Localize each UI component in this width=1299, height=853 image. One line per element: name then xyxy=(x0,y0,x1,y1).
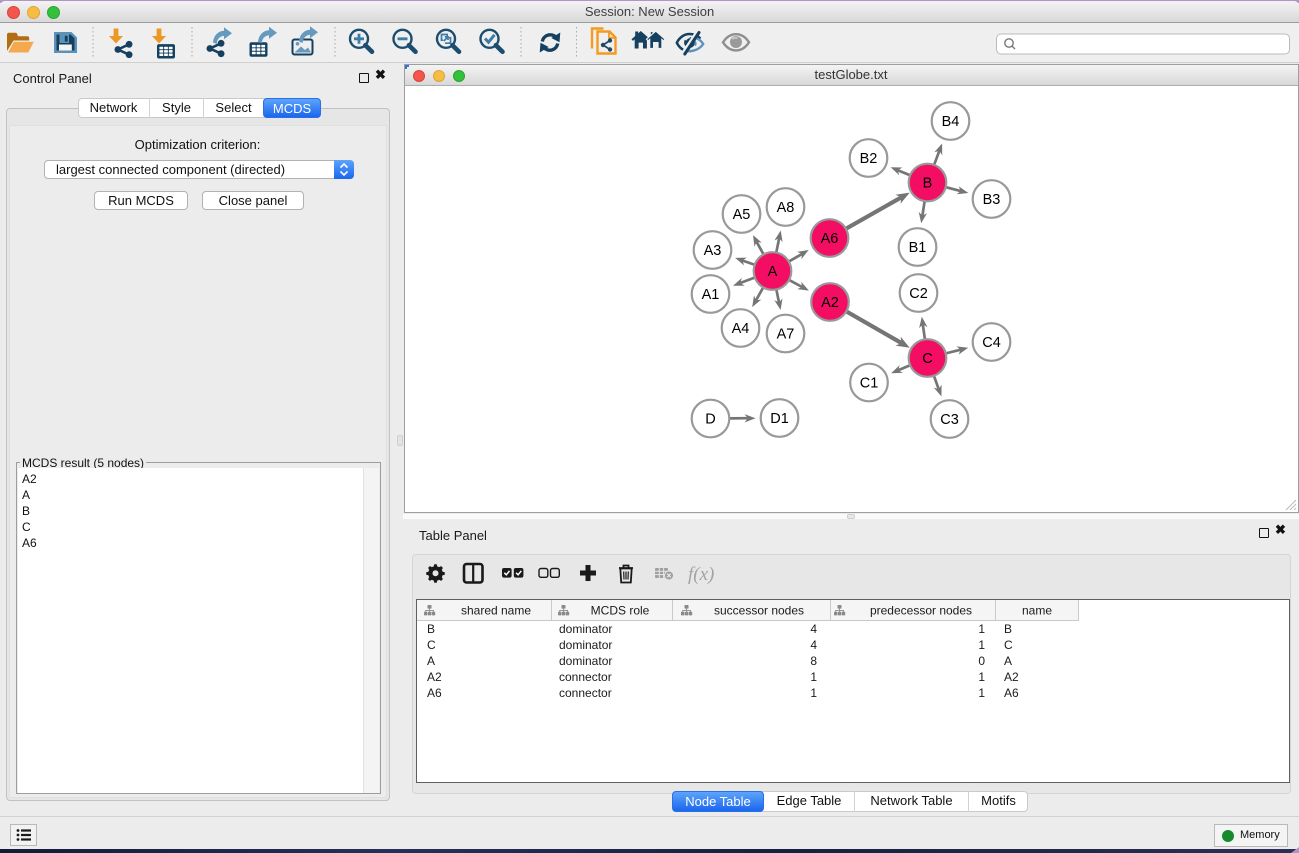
svg-text:A: A xyxy=(767,264,777,280)
svg-text:C: C xyxy=(922,351,932,367)
svg-text:B: B xyxy=(1004,622,1012,636)
svg-text:0: 0 xyxy=(978,654,985,668)
svg-text:D1: D1 xyxy=(770,411,789,427)
svg-text:C: C xyxy=(427,638,436,652)
svg-text:B1: B1 xyxy=(908,240,926,256)
svg-text:C3: C3 xyxy=(940,412,959,428)
svg-text:1: 1 xyxy=(978,670,985,684)
svg-text:A1: A1 xyxy=(701,287,719,303)
svg-text:B3: B3 xyxy=(982,192,1000,208)
svg-text:A8: A8 xyxy=(776,200,794,216)
svg-text:C2: C2 xyxy=(909,286,928,302)
svg-text:C4: C4 xyxy=(982,335,1001,351)
svg-text:MCDS role: MCDS role xyxy=(590,604,649,618)
svg-text:A6: A6 xyxy=(820,231,838,247)
svg-text:A7: A7 xyxy=(776,327,794,343)
svg-text:connector: connector xyxy=(559,686,612,700)
svg-text:B: B xyxy=(922,176,932,192)
svg-text:A6: A6 xyxy=(427,686,442,700)
svg-text:B4: B4 xyxy=(941,114,959,130)
svg-text:C1: C1 xyxy=(859,376,878,392)
svg-text:1: 1 xyxy=(810,686,817,700)
svg-text:A2: A2 xyxy=(1004,670,1019,684)
svg-text:f(x): f(x) xyxy=(688,564,714,585)
svg-text:1: 1 xyxy=(978,622,985,636)
svg-text:1: 1 xyxy=(978,686,985,700)
svg-text:predecessor nodes: predecessor nodes xyxy=(869,604,971,618)
svg-text:A2: A2 xyxy=(821,295,839,311)
svg-text:1: 1 xyxy=(978,638,985,652)
svg-text:successor nodes: successor nodes xyxy=(713,604,803,618)
svg-text:4: 4 xyxy=(810,622,817,636)
svg-text:C: C xyxy=(1004,638,1013,652)
svg-text:A3: A3 xyxy=(703,243,721,259)
svg-text:A: A xyxy=(427,654,435,668)
svg-text:dominator: dominator xyxy=(559,654,612,668)
svg-text:A: A xyxy=(1004,654,1012,668)
svg-text:A5: A5 xyxy=(732,207,750,223)
svg-text:dominator: dominator xyxy=(559,638,612,652)
svg-text:1: 1 xyxy=(810,670,817,684)
svg-text:B2: B2 xyxy=(859,151,877,167)
svg-text:A4: A4 xyxy=(731,321,749,337)
svg-text:D: D xyxy=(705,412,715,428)
svg-text:4: 4 xyxy=(810,638,817,652)
svg-text:dominator: dominator xyxy=(559,622,612,636)
svg-text:shared name: shared name xyxy=(460,604,530,618)
svg-text:connector: connector xyxy=(559,670,612,684)
svg-text:8: 8 xyxy=(810,654,817,668)
svg-text:B: B xyxy=(427,622,435,636)
svg-text:A6: A6 xyxy=(1004,686,1019,700)
svg-text:A2: A2 xyxy=(427,670,442,684)
svg-text:name: name xyxy=(1021,604,1051,618)
